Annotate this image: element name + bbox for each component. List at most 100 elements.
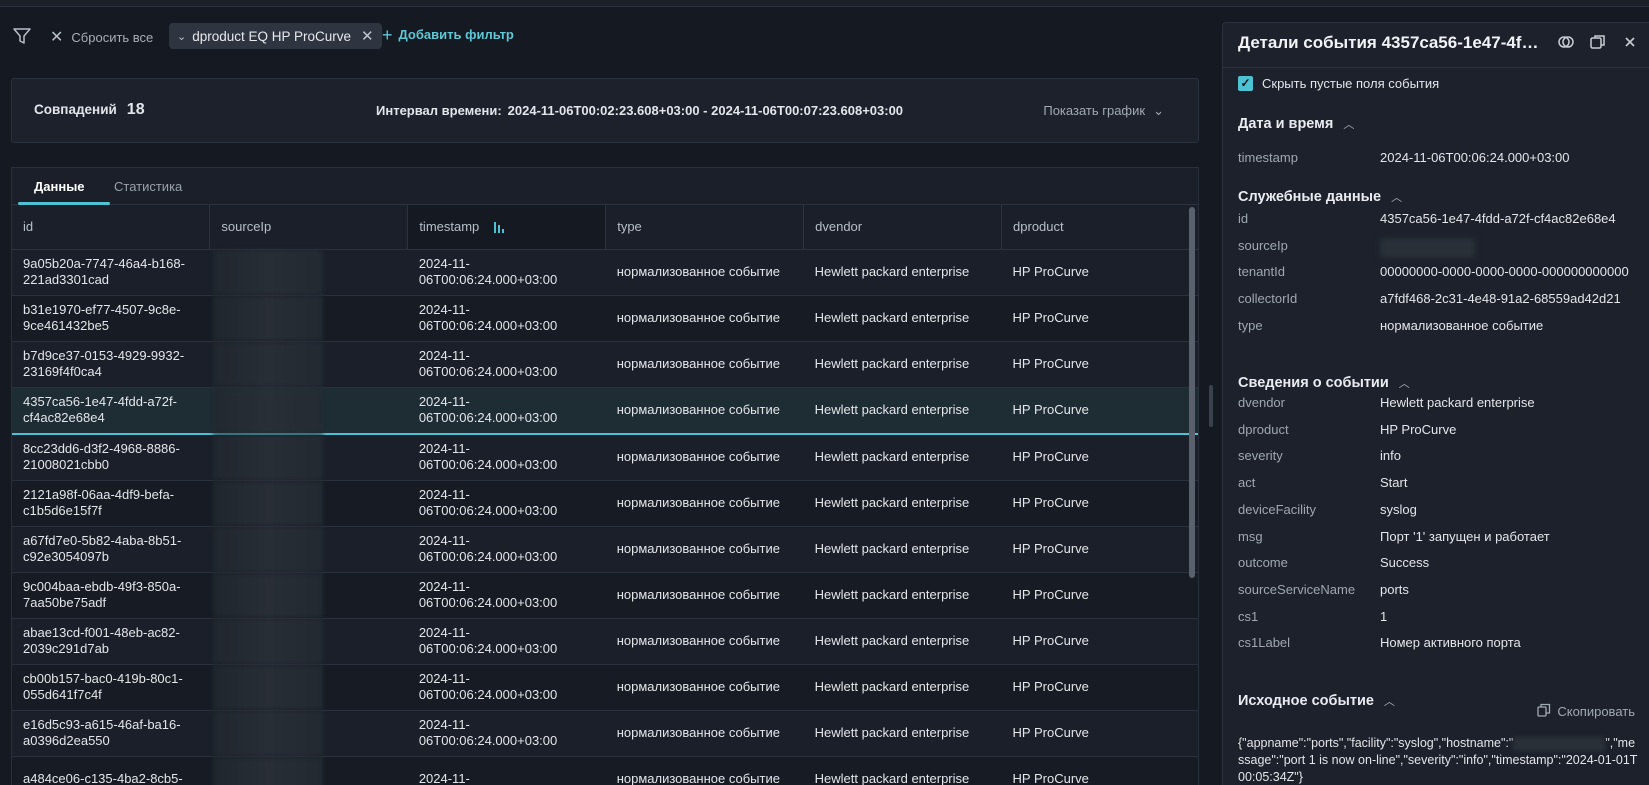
cell-id-line2: 7aa50be75adf [23,595,107,610]
cell-timestamp-line2: 06T00:06:24.000+03:00 [418,364,558,379]
tab-data[interactable]: Данные [34,179,85,194]
cell-id-line1: 9a05b20a-7747-46a4-b168- [23,256,185,271]
table-row[interactable]: 9a05b20a-7747-46a4-b168- 221ad3301cad 2024… [12,249,1198,296]
section-service-header[interactable]: Служебные данные ︿ [1238,189,1402,205]
table-row[interactable]: 2121a98f-06aa-4df9-befa-c1b5d6e15f7f 2024… [12,480,1198,527]
show-chart-label: Показать график [1043,103,1146,118]
sort-icon[interactable] [493,220,507,237]
table-row[interactable]: b7d9ce37-0153-4929-9932- 23169f4f0ca4 2024… [12,341,1198,388]
cell-sourceip [209,664,408,711]
copy-label: Скопировать [1557,704,1635,719]
field-key: dvendor [1238,395,1285,410]
cell-id: 2121a98f-06aa-4df9-befa-c1b5d6e15f7f [12,480,210,527]
cell-dvendor: Hewlett packard enterprise [803,664,1002,711]
cell-timestamp: 2024-11- [407,756,606,785]
cell-dproduct: HP ProCurve [1001,480,1198,527]
table-row[interactable]: abae13cd-f001-48eb-ac82- 2039c291d7ab 2024… [12,618,1198,665]
copy-window-icon[interactable] [1589,33,1607,51]
cell-dproduct: HP ProCurve [1001,341,1198,388]
column-header-dvendor[interactable]: dvendor [803,205,1003,250]
column-header-timestamp[interactable]: timestamp [407,205,607,250]
table-row[interactable]: a67fd7e0-5b82-4aba-8b51- c92e3054097b 2024… [12,526,1198,573]
section-raw-header[interactable]: Исходное событие ︿ [1238,693,1395,709]
cell-dvendor: Hewlett packard enterprise [803,526,1002,573]
cell-dvendor: Hewlett packard enterprise [803,341,1002,388]
cell-timestamp-line1: 2024-11- [418,302,470,317]
redacted-value [1380,237,1475,258]
section-datetime-header[interactable]: Дата и время ︿ [1238,116,1354,132]
cell-dvendor: Hewlett packard enterprise [803,618,1002,665]
section-service-title: Служебные данные [1238,189,1382,205]
copy-icon [1537,703,1551,720]
field-key: deviceFacility [1238,501,1317,517]
panel-resize-handle[interactable] [1209,385,1213,427]
cell-timestamp: 2024-11- 06T00:06:24.000+03:00 [407,618,606,665]
redacted-value [212,249,323,295]
field-value: info [1380,448,1401,464]
cell-timestamp-line1: 2024-11- [418,348,470,363]
hide-empty-fields-toggle[interactable]: ✓ Скрыть пустые поля события [1238,76,1439,91]
section-raw-title: Исходное событие [1238,693,1374,709]
cell-sourceip [209,572,408,619]
copy-button[interactable]: Скопировать [1537,703,1635,720]
cell-timestamp: 2024-11- 06T00:06:24.000+03:00 [407,480,606,527]
table-scrollbar[interactable] [1189,207,1195,578]
table-row[interactable]: 8cc23dd6-d3f2-4968-8886- 21008021cbb0 2024… [12,433,1198,481]
field-key: cs1 [1238,608,1259,624]
cell-timestamp-line2: 06T00:06:24.000+03:00 [418,687,558,702]
add-filter-button[interactable]: + Добавить фильтр [382,26,514,44]
cell-timestamp: 2024-11- 06T00:06:24.000+03:00 [407,433,606,481]
cell-id-line2: 055d641f7c4f [23,687,102,702]
cell-timestamp-line2: 06T00:06:24.000+03:00 [418,318,558,333]
cell-id-line2: cf4ac82e68e4 [23,410,105,425]
show-chart-button[interactable]: Показать график ⌄ [1043,103,1164,119]
cell-dproduct: HP ProCurve [1001,618,1198,665]
compare-icon[interactable] [1557,33,1575,51]
column-header-id[interactable]: id [12,205,211,250]
cell-type: нормализованное событие [605,618,804,665]
cell-dvendor: Hewlett packard enterprise [803,433,1002,481]
table-row[interactable]: b31e1970-ef77-4507-9c8e- 9ce461432be5 2024… [12,295,1198,342]
cell-dproduct: HP ProCurve [1001,756,1198,785]
reset-all-button[interactable]: ✕ Сбросить все [50,27,153,47]
redacted-value [212,480,323,526]
chevron-up-icon: ︿ [1343,119,1355,131]
field-value: a7fdf468-2c31-4e48-91a2-68559ad42d21 [1380,291,1621,307]
table-row[interactable]: 9c004baa-ebdb-49f3-850a- 7aa50be75adf 2024… [12,572,1198,619]
field-key: id [1238,211,1249,226]
checkbox-checked-icon[interactable]: ✓ [1238,76,1253,91]
filter-bar: ✕ Сбросить все ⌄ dproduct EQ HP ProCurve… [0,18,1215,54]
table-row[interactable]: e16d5c93-a615-46af-ba16- a0396d2ea550 2024… [12,710,1198,757]
field-value: Start [1380,475,1408,491]
cell-id: 4357ca56-1e47-4fdd-a72f-cf4ac82e68e4 [12,387,210,435]
cell-timestamp: 2024-11- 06T00:06:24.000+03:00 [407,341,606,388]
cell-id-line2: 21008021cbb0 [23,457,110,472]
cell-dproduct: HP ProCurve [1001,249,1198,296]
tab-statistics[interactable]: Статистика [114,179,182,194]
field-value: 2024-11-06T00:06:24.000+03:00 [1380,150,1570,165]
field-key: act [1238,475,1256,491]
column-header-dproduct[interactable]: dproduct [1001,205,1198,250]
table-row[interactable]: a484ce06-c135-4ba2-8cb5- 2024-11- нормализ… [12,756,1198,785]
cell-timestamp-line2: 06T00:06:24.000+03:00 [418,503,558,518]
cell-id: 8cc23dd6-d3f2-4968-8886- 21008021cbb0 [12,433,210,481]
table-row[interactable]: 4357ca56-1e47-4fdd-a72f-cf4ac82e68e4 2024… [12,387,1198,435]
cell-timestamp: 2024-11- 06T00:06:24.000+03:00 [407,387,606,435]
cell-timestamp-line2: 06T00:06:24.000+03:00 [418,457,558,472]
redacted-value [212,295,323,341]
close-icon[interactable] [1621,33,1639,51]
column-header-type[interactable]: type [605,205,805,250]
cell-timestamp-line2: 06T00:06:24.000+03:00 [418,549,558,564]
filter-chip[interactable]: ⌄ dproduct EQ HP ProCurve ✕ [169,23,382,49]
redacted-value [212,526,323,572]
chevron-down-icon[interactable]: ⌄ [177,30,186,43]
matches-count: Совпадений 18 [34,101,145,119]
column-header-sourceip[interactable]: sourceIp [209,205,409,250]
raw-event-text: {"appname":"ports","facility":"syslog","… [1238,735,1638,785]
cell-id: b31e1970-ef77-4507-9c8e- 9ce461432be5 [12,295,210,342]
table-row[interactable]: cb00b157-bac0-419b-80c1- 055d641f7c4f 2024… [12,664,1198,711]
filter-icon[interactable] [12,26,32,46]
section-event-header[interactable]: Сведения о событии ︿ [1238,375,1410,391]
remove-filter-icon[interactable]: ✕ [361,27,374,45]
cell-id-line1: 2121a98f-06aa-4df9-befa- [23,487,175,502]
